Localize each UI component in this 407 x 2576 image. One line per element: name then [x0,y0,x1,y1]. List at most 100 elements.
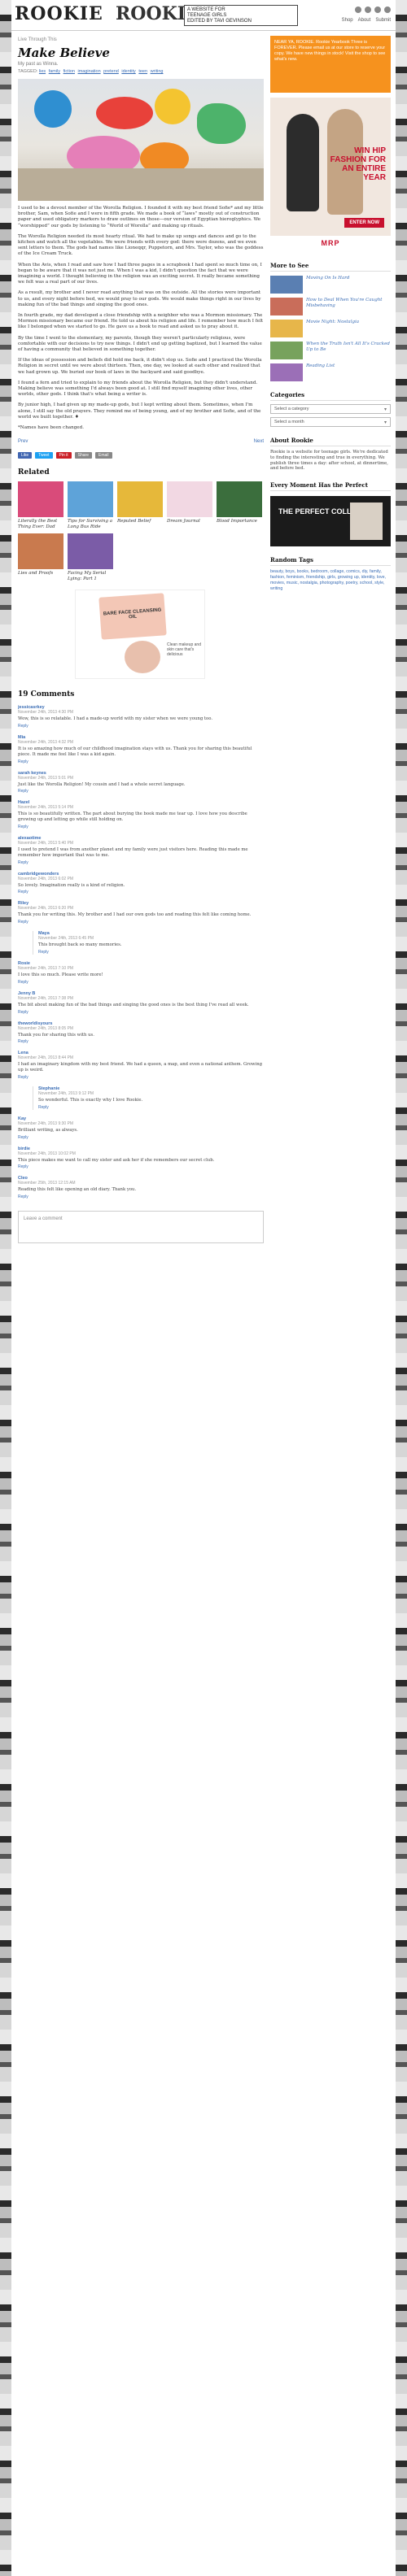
tag-link[interactable]: imagination [78,69,101,74]
breadcrumb[interactable]: Live Through This [18,37,264,42]
tumblr-icon[interactable] [374,7,381,13]
random-tags[interactable]: beauty, boys, books, bedroom, collage, c… [270,569,391,591]
related-caption[interactable]: Dream Journal [167,519,212,524]
comment-date[interactable]: November 24th, 2013 8:44 PM [18,1055,264,1060]
facebook-like-button[interactable]: Like [18,452,33,459]
related-caption[interactable]: Literally the Best Thing Ever: Dad [18,519,63,529]
comment-reply-link[interactable]: Reply [18,920,264,925]
nav-shop[interactable]: Shop [342,18,353,23]
comment-reply-link[interactable]: Reply [18,1039,264,1044]
related-caption[interactable]: Facing My Serial Lying: Part 1 [68,571,113,581]
comment-date[interactable]: November 24th, 2013 7:10 PM [18,966,264,971]
more-to-see-item[interactable]: Movie Night: Nostalgia [270,320,391,337]
related-caption[interactable]: Reputed Belief [117,519,163,524]
more-to-see-thumbnail[interactable] [270,298,303,315]
facebook-icon[interactable] [355,7,361,13]
more-to-see-thumbnail[interactable] [270,363,303,381]
tag-link[interactable]: lies [39,69,46,74]
more-to-see-title[interactable]: Movie Night: Nostalgia [306,320,359,337]
fashion-advertisement[interactable]: WIN HIP FASHION FOR AN ENTIRE YEAR ENTER… [270,98,391,236]
comment-reply-link[interactable]: Reply [18,1075,264,1080]
more-to-see-item[interactable]: How to Deal When You're Caught Misbehavi… [270,298,391,315]
comment-reply-link[interactable]: Reply [18,789,264,794]
comment-date[interactable]: November 24th, 2013 4:30 PM [18,710,264,715]
site-logo[interactable]: ROOKIE [15,3,103,24]
comment-reply-link[interactable]: Reply [18,860,264,865]
comment-date[interactable]: November 24th, 2013 5:14 PM [18,805,264,810]
comment-reply-link[interactable]: Reply [18,759,264,764]
comment-reply-link[interactable]: Reply [38,950,264,955]
more-to-see-item[interactable]: Reading List [270,363,391,381]
comment-date[interactable]: November 24th, 2013 4:32 PM [18,740,264,745]
related-caption[interactable]: Blood Importance [217,519,262,524]
comment-reply-link[interactable]: Reply [18,980,264,985]
comment-reply-link[interactable]: Reply [38,1105,264,1110]
comment-date[interactable]: November 24th, 2013 10:02 PM [18,1151,264,1156]
more-to-see-title[interactable]: How to Deal When You're Caught Misbehavi… [306,298,391,315]
related-caption[interactable]: Tips for Surviving a Long Bus Ride [68,519,113,529]
related-item[interactable]: Reputed Belief [117,481,163,529]
comment-reply-link[interactable]: Reply [18,1135,264,1140]
sidebar-promo[interactable]: NEAR YA, ROOKIE. Rookie Yearbook Three i… [270,36,391,93]
comment-date[interactable]: November 24th, 2013 5:40 PM [18,841,264,846]
more-to-see-thumbnail[interactable] [270,320,303,337]
college-advertisement[interactable]: THE PERFECT COLLEGE [270,496,391,547]
tag-link[interactable]: teen [138,69,147,74]
category-select[interactable]: Select a category ▾ [270,404,391,414]
prev-link[interactable]: Prev [18,439,28,444]
related-thumbnail[interactable] [167,481,212,518]
comment-reply-link[interactable]: Reply [18,825,264,829]
comment-date[interactable]: November 24th, 2013 5:01 PM [18,776,264,781]
share-button[interactable]: Share [74,452,92,459]
comment-reply-link[interactable]: Reply [18,1164,264,1169]
related-item[interactable]: Facing My Serial Lying: Part 1 [68,533,113,581]
related-item[interactable]: Lies and Proofs [18,533,63,581]
related-item[interactable]: Literally the Best Thing Ever: Dad [18,481,63,529]
comment-date[interactable]: November 24th, 2013 9:30 PM [18,1121,264,1126]
more-to-see-item[interactable]: Moving On Is Hard [270,276,391,294]
tag-link[interactable]: identity [121,69,135,74]
comment-input[interactable]: Leave a comment [18,1211,264,1244]
email-button[interactable]: Email [95,452,112,459]
tag-link[interactable]: family [49,69,60,74]
comment-reply-link[interactable]: Reply [18,890,264,894]
related-item[interactable]: Tips for Surviving a Long Bus Ride [68,481,113,529]
comment-reply-link[interactable]: Reply [18,1194,264,1199]
tweet-button[interactable]: Tweet [35,452,53,459]
archive-select[interactable]: Select a month ▾ [270,417,391,427]
related-item[interactable]: Blood Importance [217,481,262,529]
more-to-see-title[interactable]: Reading List [306,363,335,381]
more-to-see-thumbnail[interactable] [270,342,303,359]
related-thumbnail[interactable] [68,481,113,518]
tag-link[interactable]: fiction [63,69,75,74]
ad-brand-logo[interactable]: MRP [270,239,391,252]
twitter-icon[interactable] [365,7,371,13]
more-to-see-title[interactable]: Moving On Is Hard [306,276,349,294]
next-link[interactable]: Next [254,439,264,444]
comment-date[interactable]: November 24th, 2013 6:45 PM [38,936,264,941]
comment-reply-link[interactable]: Reply [18,1010,264,1015]
more-to-see-item[interactable]: When the Truth Isn't All It's Cracked Up… [270,342,391,359]
related-item[interactable]: Dream Journal [167,481,212,529]
more-to-see-title[interactable]: When the Truth Isn't All It's Cracked Up… [306,342,391,359]
tag-link[interactable]: writing [151,69,164,74]
comment-date[interactable]: November 24th, 2013 6:20 PM [18,906,264,911]
related-thumbnail[interactable] [217,481,262,518]
related-thumbnail[interactable] [117,481,163,518]
ad-enter-button[interactable]: ENTER NOW [344,218,384,228]
inline-advertisement[interactable]: BARE FACE CLEANSING OIL Clean makeup and… [75,590,205,680]
related-thumbnail[interactable] [68,533,113,570]
comment-date[interactable]: November 24th, 2013 8:05 PM [18,1026,264,1031]
tag-link[interactable]: pretend [103,69,119,74]
nav-submit[interactable]: Submit [375,18,391,23]
related-thumbnail[interactable] [18,481,63,518]
nav-about[interactable]: About [358,18,371,23]
rss-icon[interactable] [384,7,391,13]
comment-reply-link[interactable]: Reply [18,724,264,729]
comment-date[interactable]: November 25th, 2013 12:15 AM [18,1181,264,1186]
comment-date[interactable]: November 24th, 2013 9:12 PM [38,1091,264,1096]
more-to-see-thumbnail[interactable] [270,276,303,294]
comment-date[interactable]: November 24th, 2013 7:38 PM [18,996,264,1001]
pin-button[interactable]: Pin it [55,452,72,459]
related-thumbnail[interactable] [18,533,63,570]
